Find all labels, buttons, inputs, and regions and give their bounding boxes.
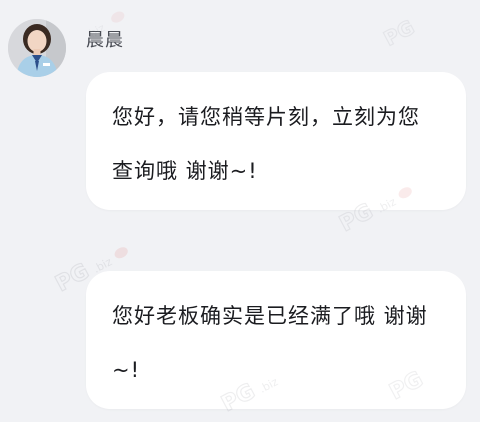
message-text: 您好老板确实是已经满了哦 谢谢~! [112, 304, 428, 382]
chat-view: 晨晨 您好，请您稍等片刻，立刻为您查询哦 谢谢~! 您好老板确实是已经满了哦 谢… [0, 0, 480, 422]
avatar[interactable] [8, 19, 66, 77]
svg-text:PG: PG [380, 15, 419, 50]
sender-name: 晨晨 [86, 30, 124, 51]
message-bubble[interactable]: 您好老板确实是已经满了哦 谢谢~! [86, 271, 466, 409]
message-text: 您好，请您稍等片刻，立刻为您查询哦 谢谢~! [112, 105, 420, 183]
watermark-logo-icon: PG [379, 14, 419, 50]
message-bubble[interactable]: 您好，请您稍等片刻，立刻为您查询哦 谢谢~! [86, 72, 466, 210]
avatar-photo-icon [8, 19, 66, 77]
